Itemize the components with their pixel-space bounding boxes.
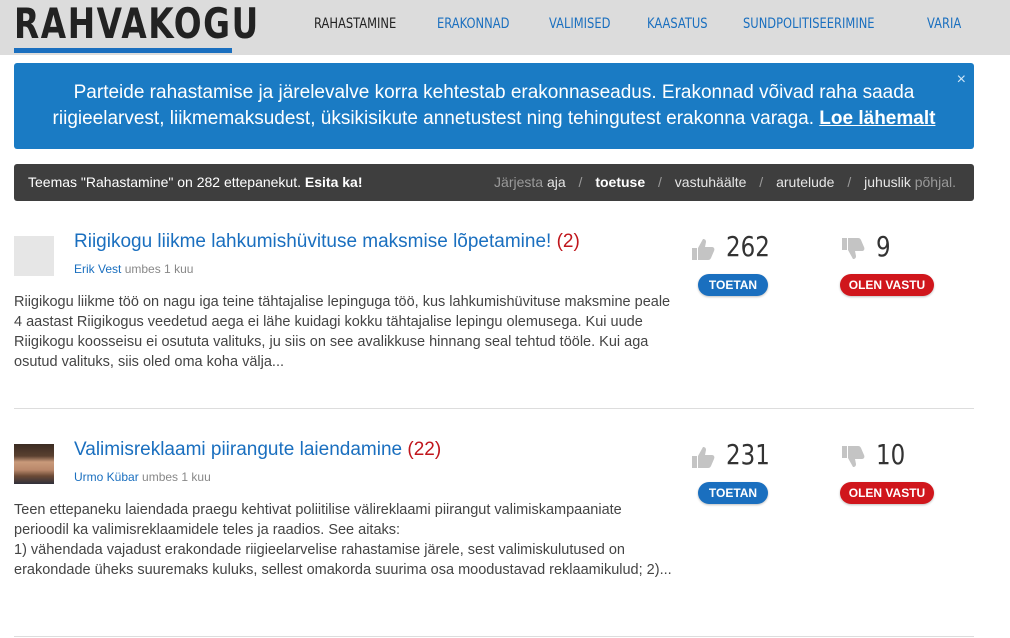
- avatar[interactable]: [14, 444, 54, 484]
- proposal-title-text: Riigikogu liikme lahkumishüvituse maksmi…: [74, 231, 552, 252]
- support-button[interactable]: TOETAN: [698, 482, 768, 504]
- author-link[interactable]: Urmo Kübar: [74, 470, 139, 484]
- nav-item-rahastamine[interactable]: RAHASTAMINE: [314, 16, 396, 32]
- logo-underline: [14, 48, 232, 53]
- sort-separator: /: [578, 174, 583, 190]
- sort-by-support[interactable]: toetuse: [595, 174, 645, 190]
- support-count: 262: [726, 230, 770, 263]
- main-nav: RAHASTAMINE ERAKONNAD VALIMISED KAASATUS…: [314, 16, 991, 32]
- oppose-count: 10: [876, 438, 906, 471]
- comment-count[interactable]: (2): [557, 231, 580, 252]
- banner-line-1: Parteide rahastamise ja järelevalve korr…: [73, 82, 915, 103]
- support-vote: 262 TOETAN: [690, 230, 790, 300]
- thumbs-up-icon: [692, 239, 715, 260]
- proposal-meta: Urmo Kübar umbes 1 kuu: [74, 470, 211, 484]
- proposal-item: Riigikogu liikme lahkumishüvituse maksmi…: [14, 230, 974, 400]
- nav-item-erakonnad[interactable]: ERAKONNAD: [437, 16, 509, 32]
- divider: [14, 636, 974, 637]
- sort-separator: /: [658, 174, 662, 190]
- proposal-meta: Erik Vest umbes 1 kuu: [74, 262, 193, 276]
- site-header: RAHVAKOGU RAHASTAMINE ERAKONNAD VALIMISE…: [0, 0, 1010, 55]
- sort-options: Järjesta aja / toetuse / vastuhäälte / a…: [494, 164, 956, 201]
- sort-separator: /: [759, 174, 764, 190]
- logo-text: RAHVAKOGU: [14, 0, 260, 48]
- avatar[interactable]: [14, 236, 54, 276]
- oppose-button[interactable]: OLEN VASTU: [840, 274, 934, 296]
- read-more-link[interactable]: Loe lähemalt: [819, 108, 935, 129]
- support-button[interactable]: TOETAN: [698, 274, 768, 296]
- nav-item-sundpolitiseerimine[interactable]: SUNDPOLITISEERIMINE: [743, 16, 875, 32]
- nav-item-kaasatus[interactable]: KAASATUS: [647, 16, 708, 32]
- thumbs-down-icon: [842, 446, 865, 467]
- proposal-title[interactable]: Valimisreklaami piirangute laiendamine (…: [74, 439, 441, 461]
- sort-suffix: põhjal.: [914, 174, 956, 190]
- sort-random[interactable]: juhuslik: [864, 174, 911, 190]
- sort-separator: /: [847, 174, 852, 190]
- banner-line-2-text: riigieelarvest, liikmemaksudest, üksikis…: [52, 108, 815, 129]
- nav-item-valimised[interactable]: VALIMISED: [549, 16, 610, 32]
- divider: [14, 408, 974, 409]
- sort-bar: Teemas "Rahastamine" on 282 ettepanekut.…: [14, 164, 974, 201]
- proposal-body-paragraph: 1) vähendada vajadust erakondade riigiee…: [14, 542, 672, 578]
- proposal-time: umbes 1 kuu: [124, 262, 194, 276]
- author-link[interactable]: Erik Vest: [74, 262, 121, 276]
- nav-item-varia[interactable]: VARIA: [927, 16, 961, 32]
- submit-proposal-link[interactable]: Esita ka!: [305, 174, 363, 190]
- proposal-body-paragraph: Teen ettepaneku laiendada praegu kehtiva…: [14, 502, 622, 538]
- thumbs-up-icon: [692, 447, 715, 468]
- proposal-title-text: Valimisreklaami piirangute laiendamine: [74, 439, 403, 460]
- proposal-title[interactable]: Riigikogu liikme lahkumishüvituse maksmi…: [74, 231, 580, 253]
- thumbs-down-icon: [842, 238, 865, 259]
- sort-by-time[interactable]: aja: [547, 174, 566, 190]
- oppose-button[interactable]: OLEN VASTU: [840, 482, 934, 504]
- support-count: 231: [726, 438, 770, 471]
- info-banner: × Parteide rahastamise ja järelevalve ko…: [14, 63, 974, 149]
- topic-summary-text: Teemas "Rahastamine" on 282 ettepanekut.: [28, 174, 301, 190]
- close-icon[interactable]: ×: [957, 67, 966, 93]
- oppose-vote: 10 OLEN VASTU: [840, 438, 950, 508]
- sort-by-discussion[interactable]: arutelude: [776, 174, 834, 190]
- sort-by-opposition[interactable]: vastuhäälte: [675, 174, 747, 190]
- proposal-body: Teen ettepaneku laiendada praegu kehtiva…: [14, 500, 674, 580]
- comment-count[interactable]: (22): [407, 439, 441, 460]
- logo[interactable]: RAHVAKOGU: [14, 0, 329, 55]
- support-vote: 231 TOETAN: [690, 438, 790, 508]
- oppose-count: 9: [876, 230, 891, 263]
- proposal-time: umbes 1 kuu: [142, 470, 211, 484]
- proposal-body: Riigikogu liikme töö on nagu iga teine t…: [14, 294, 671, 370]
- oppose-vote: 9 OLEN VASTU: [840, 230, 950, 300]
- sort-prefix: Järjesta: [494, 174, 544, 190]
- proposal-item: Valimisreklaami piirangute laiendamine (…: [14, 438, 974, 608]
- banner-line-2: riigieelarvest, liikmemaksudest, üksikis…: [14, 106, 974, 132]
- topic-summary: Teemas "Rahastamine" on 282 ettepanekut.…: [28, 164, 362, 201]
